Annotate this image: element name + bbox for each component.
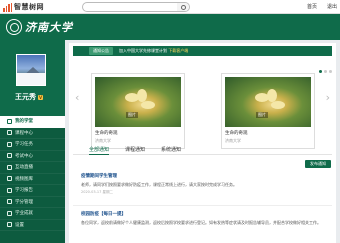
search-box <box>82 2 190 21</box>
announcement-bar: 通知公告 加入中国大学先修课堂计划 下载客户端 <box>73 46 332 56</box>
top-links: 首页 退出 <box>307 3 337 10</box>
carousel-next-icon[interactable]: › <box>326 91 330 104</box>
user-name: 王元秀 <box>15 93 36 101</box>
gear-icon <box>7 222 12 228</box>
sidebar-item-live[interactable]: 互动直播 <box>0 162 65 174</box>
notice-body: 各位同学，返校前请做好个人健康监测，返校后按照学校要求进行登记。如有发热等症状请… <box>81 220 321 225</box>
sidebar: 王元秀 Ⅴ 我的学堂 课程中心 学习任务 考试中心 互动直播 视频图库 学习报告… <box>0 40 65 243</box>
task-icon <box>7 141 12 147</box>
user-name-row: 王元秀 Ⅴ <box>15 92 44 102</box>
book-icon <box>7 130 12 136</box>
sidebar-item-label: 设置 <box>15 222 24 228</box>
course-card[interactable]: 图片 生命的奇观 济南大学 <box>221 73 315 149</box>
notice-title[interactable]: 校园防疫【每日一提】 <box>81 211 321 217</box>
sidebar-item-credits[interactable]: 学分管理 <box>0 197 65 208</box>
sidebar-item-reports[interactable]: 学习报告 <box>0 185 65 197</box>
school-logo: 济南大学 <box>6 18 73 36</box>
carousel-prev-icon[interactable]: ‹ <box>75 91 79 104</box>
sidebar-nav: 我的学堂 课程中心 学习任务 考试中心 互动直播 视频图库 学习报告 学分管理 … <box>0 116 65 231</box>
sidebar-item-label: 考试中心 <box>15 153 33 159</box>
course-title: 生命的奇观 <box>225 131 248 136</box>
main-content: 通知公告 加入中国大学先修课堂计划 下载客户端 ‹ › 图片 生命的奇观 济南大… <box>69 40 340 243</box>
logo-icon <box>3 2 12 12</box>
carousel-dots <box>319 70 332 73</box>
sidebar-item-label: 学业成就 <box>15 211 33 217</box>
notice-time: 2020-03-17 星期二 <box>81 189 113 194</box>
school-name: 济南大学 <box>25 21 73 34</box>
notice-item[interactable]: 疫情期间学生管理 老师，请同学们按照要求做好防疫工作，课程正常线上进行，请大家按… <box>81 173 321 195</box>
sidebar-item-label: 学分管理 <box>15 199 33 205</box>
sidebar-item-achievements[interactable]: 学业成就 <box>0 208 65 220</box>
sidebar-item-home[interactable]: 我的学堂 <box>0 116 65 128</box>
notice-item[interactable]: 校园防疫【每日一提】 各位同学，返校前请做好个人健康监测，返校后按照学校要求进行… <box>81 211 321 226</box>
video-icon <box>7 176 12 182</box>
home-link[interactable]: 首页 <box>307 3 317 10</box>
search-icon <box>180 4 186 10</box>
course-badge: 图片 <box>126 112 138 118</box>
sidebar-item-label: 视频图库 <box>15 176 33 182</box>
sidebar-item-label: 互动直播 <box>15 165 33 171</box>
content-card: 通知公告 加入中国大学先修课堂计划 下载客户端 ‹ › 图片 生命的奇观 济南大… <box>69 43 336 243</box>
course-badge: 图片 <box>256 112 268 118</box>
tab-system-notices[interactable]: 系统通知 <box>161 145 181 155</box>
tab-course-notices[interactable]: 课程通知 <box>125 145 145 155</box>
sidebar-item-courses[interactable]: 课程中心 <box>0 128 65 139</box>
user-profile: 王元秀 Ⅴ <box>0 40 65 116</box>
trophy-icon <box>7 210 12 216</box>
sidebar-item-tasks[interactable]: 学习任务 <box>0 139 65 151</box>
course-school: 济南大学 <box>95 138 111 143</box>
course-cover-image <box>225 77 311 127</box>
course-title: 生命的奇观 <box>95 131 118 136</box>
sidebar-item-exams[interactable]: 考试中心 <box>0 151 65 162</box>
sidebar-item-label: 课程中心 <box>15 130 33 136</box>
publish-notice-button[interactable]: 发布通知 <box>305 160 331 168</box>
course-card[interactable]: 图片 生命的奇观 济南大学 <box>91 73 185 149</box>
sidebar-item-label: 学习任务 <box>15 142 33 148</box>
course-school: 济南大学 <box>225 138 241 143</box>
logo-text: 智慧树网 <box>14 3 44 11</box>
carousel-dot[interactable] <box>319 70 322 73</box>
top-bar: 智慧树网 首页 退出 <box>0 0 340 21</box>
user-level-badge: Ⅴ <box>38 94 44 100</box>
site-logo[interactable]: 智慧树网 <box>3 2 44 12</box>
download-client-link[interactable]: 下载客户端 <box>168 48 188 53</box>
exam-icon <box>7 153 12 159</box>
live-icon <box>7 164 12 170</box>
home-icon <box>7 118 12 124</box>
notice-title[interactable]: 疫情期间学生管理 <box>81 173 321 179</box>
school-banner: 济南大学 <box>0 14 340 40</box>
notice-tabs: 全部通知 课程通知 系统通知 <box>73 145 332 155</box>
carousel-dot[interactable] <box>329 70 332 73</box>
credit-icon <box>7 199 12 205</box>
divider <box>73 205 332 206</box>
avatar[interactable] <box>16 54 46 86</box>
sidebar-item-videos[interactable]: 视频图库 <box>0 174 65 185</box>
sidebar-item-settings[interactable]: 设置 <box>0 220 65 231</box>
school-seal-icon <box>6 19 22 35</box>
tab-all-notices[interactable]: 全部通知 <box>89 145 110 155</box>
app-page: 智慧树网 首页 退出 济南大学 王元秀 Ⅴ 我的学堂 课程中心 <box>0 0 340 243</box>
logout-link[interactable]: 退出 <box>327 3 337 10</box>
announcement-tag: 通知公告 <box>89 47 113 55</box>
sidebar-item-label: 学习报告 <box>15 188 33 194</box>
sidebar-item-label: 我的学堂 <box>15 119 33 125</box>
course-cover-image <box>95 77 181 127</box>
notice-body: 老师，请同学们按照要求做好防疫工作，课程正常线上进行，请大家按时完成学习任务。 <box>81 182 237 187</box>
announcement-text: 加入中国大学先修课堂计划 下载客户端 <box>119 48 189 53</box>
carousel-dot[interactable] <box>324 70 327 73</box>
report-icon <box>7 187 12 193</box>
search-button[interactable] <box>177 3 189 11</box>
